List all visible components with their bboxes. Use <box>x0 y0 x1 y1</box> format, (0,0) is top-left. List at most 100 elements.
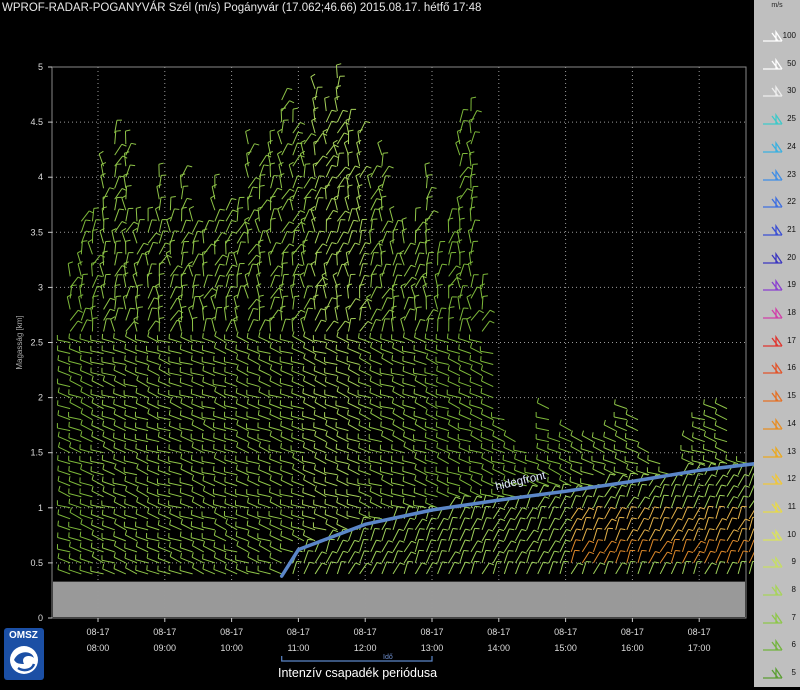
barb-flag <box>303 521 304 526</box>
barb-flag <box>653 540 658 541</box>
barb-flag <box>275 297 280 298</box>
barb-flag <box>180 410 181 415</box>
barb-flag <box>508 551 513 552</box>
y-axis-label: Magasság [km] <box>15 315 24 369</box>
barb-flag <box>425 334 426 339</box>
x-tick-time: 15:00 <box>554 643 577 653</box>
y-tick-label: 2 <box>38 393 43 403</box>
barb-flag <box>147 355 148 360</box>
barb-flag <box>191 455 192 460</box>
barb-flag <box>180 543 181 548</box>
x-tick-date: 08-17 <box>554 627 577 637</box>
barb-flag <box>125 543 126 548</box>
barb-flag <box>615 399 616 404</box>
x-tick-date: 08-17 <box>688 627 711 637</box>
barb-flag <box>425 422 426 427</box>
y-tick-label: 0 <box>38 613 43 623</box>
x-tick-time: 08:00 <box>87 643 110 653</box>
barb-flag <box>225 377 226 382</box>
y-tick-label: 1.5 <box>30 448 43 458</box>
barb-flag <box>403 421 404 426</box>
barb-flag <box>553 562 558 563</box>
barb-flag <box>336 444 337 449</box>
x-tick-time: 11:00 <box>287 643 309 653</box>
barb-flag <box>138 307 143 308</box>
barb-flag <box>116 131 121 132</box>
y-tick-label: 5 <box>38 62 43 72</box>
barb-flag <box>102 510 103 515</box>
y-tick-label: 1 <box>38 503 43 513</box>
barb-flag <box>676 496 681 497</box>
barb-flag <box>180 488 181 493</box>
barb-flag <box>308 308 313 309</box>
barb-flag <box>425 432 426 437</box>
barb-flag <box>581 444 582 449</box>
barb-flag <box>375 528 380 529</box>
barb-flag <box>359 333 360 338</box>
barb-flag <box>664 484 669 485</box>
barb-flag <box>147 377 148 382</box>
barb-flag <box>236 509 237 514</box>
barb-flag <box>408 529 413 530</box>
barb-flag <box>191 466 192 471</box>
barb-flag <box>86 308 91 309</box>
barb-flag <box>114 488 115 493</box>
barb-flag <box>414 355 415 360</box>
barb-flag <box>542 518 547 519</box>
barb-flag <box>675 551 680 552</box>
barb-flag <box>69 366 70 371</box>
barb-flag <box>58 565 59 570</box>
barb-flag <box>125 499 126 504</box>
barb-flag <box>247 366 248 371</box>
barb-flag <box>303 388 304 393</box>
barb-flag <box>319 176 324 177</box>
barb-flag <box>537 454 538 459</box>
x-tick-date: 08-17 <box>220 627 243 637</box>
precipitation-bracket <box>282 656 432 661</box>
barb-flag <box>403 476 404 481</box>
x-tick-time: 16:00 <box>621 643 644 653</box>
x-tick-date: 08-17 <box>621 627 644 637</box>
barb-flag <box>341 562 346 563</box>
barb-flag <box>392 355 393 360</box>
barb-flag <box>427 175 432 176</box>
barb-flag <box>436 432 437 437</box>
barb-flag <box>264 165 269 166</box>
barb-flag <box>225 488 226 493</box>
barb-flag <box>325 477 326 482</box>
barb-flag <box>642 562 647 563</box>
barb-flag <box>69 334 70 339</box>
barb-flag <box>420 529 425 530</box>
barb-flag <box>93 296 98 297</box>
barb-shaft <box>170 197 171 210</box>
barb-flag <box>531 518 536 519</box>
barb-flag <box>203 554 204 559</box>
barb-flag <box>174 209 179 210</box>
barb-flag <box>470 421 471 426</box>
barb-flag <box>183 285 188 286</box>
barb-flag <box>180 532 181 537</box>
y-tick-label: 3.5 <box>30 227 43 237</box>
barb-flag <box>470 388 471 393</box>
barb-flag <box>58 521 59 526</box>
x-tick-date: 08-17 <box>420 627 443 637</box>
barb-flag <box>483 274 488 275</box>
y-tick-label: 4.5 <box>30 117 43 127</box>
barb-flag <box>475 132 480 133</box>
barb-flag <box>102 543 103 548</box>
barb-flag <box>381 411 382 416</box>
barb-flag <box>119 209 124 210</box>
barb-flag <box>180 498 181 503</box>
barb-flag <box>559 443 560 448</box>
barb-flag <box>305 164 310 165</box>
x-tick-date: 08-17 <box>287 627 310 637</box>
barb-flag <box>125 355 126 360</box>
barb-flag <box>169 432 170 437</box>
barb-flag <box>336 367 337 372</box>
x-tick-time: 13:00 <box>421 643 444 653</box>
barb-flag <box>394 296 399 297</box>
barb-flag <box>102 521 103 526</box>
barb-flag <box>459 334 460 339</box>
barb-flag <box>191 345 192 350</box>
barb-flag <box>180 378 181 383</box>
